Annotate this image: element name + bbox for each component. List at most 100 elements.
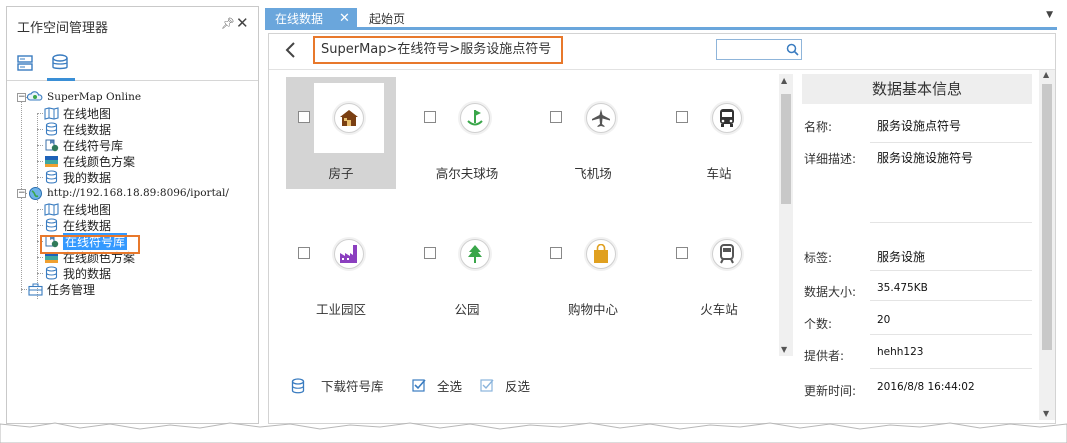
info-row-divider xyxy=(870,300,1032,301)
scrollbar-thumb[interactable] xyxy=(781,94,791,204)
close-tab-icon[interactable]: ✕ xyxy=(339,8,350,30)
symbol-card[interactable]: 飞机场 xyxy=(538,77,648,189)
tree-node[interactable]: 在线颜色方案 xyxy=(43,153,135,169)
symbol-thumbnail xyxy=(440,83,510,153)
tree-node[interactable]: 在线符号库 xyxy=(43,137,123,153)
symbol-thumbnail xyxy=(314,83,384,153)
symbol-name: 高尔夫球场 xyxy=(435,166,499,181)
workspace-manager-panel: 工作空间管理器 📌︎ ✕ − SuperMap Online 在线地图 在线数据 在线符… xyxy=(6,6,259,424)
download-symbol-library-button[interactable]: 下载符号库 xyxy=(291,376,384,395)
tree-node[interactable]: SuperMap Online xyxy=(27,89,141,105)
tree-collapse-toggle[interactable]: − xyxy=(17,189,26,198)
symbol-checkbox[interactable] xyxy=(550,111,562,123)
shopping-bag-icon xyxy=(586,239,616,269)
symbol-name: 房子 xyxy=(328,166,354,181)
symbol-card[interactable]: 购物中心 xyxy=(538,213,648,325)
data-info-panel: 数据基本信息 名称: 服务设施点符号 详细描述: 服务设施设施符号 标签: 服务设施 数据大… xyxy=(802,74,1038,419)
symbol-card[interactable]: 火车站 xyxy=(664,213,774,325)
symbol-card[interactable]: 公园 xyxy=(412,213,522,325)
symbol-checkbox[interactable] xyxy=(424,247,436,259)
download-label: 下载符号库 xyxy=(321,379,384,394)
tree-node[interactable]: 在线数据 xyxy=(43,121,111,137)
database-icon xyxy=(291,377,305,394)
tree-node-label: 在线地图 xyxy=(63,106,112,121)
symbol-actions-bar: 下载符号库 全选 反选 xyxy=(269,364,779,404)
back-arrow-icon[interactable] xyxy=(281,38,299,62)
symbol-card[interactable]: 车站 xyxy=(664,77,774,189)
invert-label: 反选 xyxy=(505,379,531,394)
symbol-scrollbar[interactable]: ▲ ▼ xyxy=(779,74,793,356)
select-all-button[interactable]: 全选 xyxy=(412,376,462,395)
tree-collapse-toggle[interactable]: − xyxy=(17,93,26,102)
tab-label: 在线数据 xyxy=(275,12,324,26)
symbol-thumbnail xyxy=(566,83,636,153)
info-row-divider xyxy=(870,270,1032,271)
info-row-divider xyxy=(870,334,1032,335)
database-icon xyxy=(43,266,59,280)
online-data-content: SuperMap>在线符号>服务设施点符号 房子 高尔夫球场 飞机场 车站 工业园区 公园… xyxy=(268,33,1056,424)
scroll-down-icon[interactable]: ▼ xyxy=(1043,409,1049,418)
info-scrollbar[interactable]: ▲ ▼ xyxy=(1039,70,1055,420)
scroll-down-icon[interactable]: ▼ xyxy=(781,345,787,354)
tree-node[interactable]: 在线数据 xyxy=(43,217,111,233)
symbol-name: 车站 xyxy=(706,166,732,181)
tree-node-label: 任务管理 xyxy=(47,282,96,297)
info-label: 标签: xyxy=(804,251,833,265)
globe-icon xyxy=(27,186,43,200)
tab-start-page[interactable]: 起始页 xyxy=(369,8,405,30)
online-database-icon[interactable] xyxy=(47,50,73,76)
scrollbar-thumb[interactable] xyxy=(1042,84,1052,350)
symbol-card[interactable]: 工业园区 xyxy=(286,213,396,325)
info-value: 服务设施点符号 xyxy=(877,119,962,133)
tree-node-label: 在线符号库 xyxy=(63,138,124,153)
tree-node[interactable]: 任务管理 xyxy=(27,281,95,297)
tree-node[interactable]: 我的数据 xyxy=(43,169,111,185)
tree-node-label: 在线地图 xyxy=(63,202,112,217)
symbol-checkbox[interactable] xyxy=(298,111,310,123)
airplane-icon xyxy=(586,103,616,133)
database-icon xyxy=(43,122,59,136)
symbol-checkbox[interactable] xyxy=(424,111,436,123)
document-tab-bar: 在线数据 ✕ 起始页 ▼ xyxy=(265,8,1057,30)
info-label: 详细描述: xyxy=(804,152,857,166)
active-toolbar-indicator xyxy=(47,78,75,81)
symbol-thumbnail xyxy=(692,219,762,289)
bus-icon xyxy=(712,103,742,133)
info-value: hehh123 xyxy=(877,346,924,358)
info-value: 20 xyxy=(877,314,891,326)
house-icon xyxy=(334,103,364,133)
search-icon[interactable] xyxy=(786,43,799,59)
symbol-checkbox[interactable] xyxy=(676,247,688,259)
symbol-thumbnail xyxy=(566,219,636,289)
search-input[interactable] xyxy=(716,39,802,60)
invert-selection-button[interactable]: 反选 xyxy=(480,376,530,395)
info-value: 35.475KB xyxy=(877,282,928,294)
torn-edge-decoration xyxy=(0,422,1067,443)
tree-node-label: 在线颜色方案 xyxy=(63,154,136,169)
info-value: 2016/8/8 16:44:02 xyxy=(877,381,975,393)
tree-node[interactable]: http://192.168.18.89:8096/iportal/ xyxy=(27,185,229,201)
symbol-card[interactable]: 房子 xyxy=(286,77,396,189)
tree-node-label: 我的数据 xyxy=(63,170,112,185)
symbol-checkbox[interactable] xyxy=(298,247,310,259)
scroll-up-icon[interactable]: ▲ xyxy=(781,76,787,85)
scroll-up-icon[interactable]: ▲ xyxy=(1043,70,1049,79)
symbol-checkbox[interactable] xyxy=(550,247,562,259)
panel-toolbar xyxy=(7,45,258,81)
workspace-icon[interactable] xyxy=(13,50,39,76)
symbol-library-icon xyxy=(43,138,59,152)
tree-node[interactable]: 在线地图 xyxy=(43,201,111,217)
tree-node-label: 在线数据 xyxy=(63,218,112,233)
symbol-card[interactable]: 高尔夫球场 xyxy=(412,77,522,189)
close-icon[interactable]: ✕ xyxy=(236,14,249,32)
tree-node-label: 我的数据 xyxy=(63,266,112,281)
tree-node[interactable]: 我的数据 xyxy=(43,265,111,281)
tree-node[interactable]: 在线地图 xyxy=(43,105,111,121)
info-row-divider xyxy=(870,368,1032,369)
pin-icon[interactable]: 📌︎ xyxy=(221,17,235,30)
tree-node-label: 在线数据 xyxy=(63,122,112,137)
symbol-checkbox[interactable] xyxy=(676,111,688,123)
info-label: 提供者: xyxy=(804,349,845,363)
info-label: 数据大小: xyxy=(804,285,857,299)
chevron-down-icon[interactable]: ▼ xyxy=(1046,10,1053,20)
